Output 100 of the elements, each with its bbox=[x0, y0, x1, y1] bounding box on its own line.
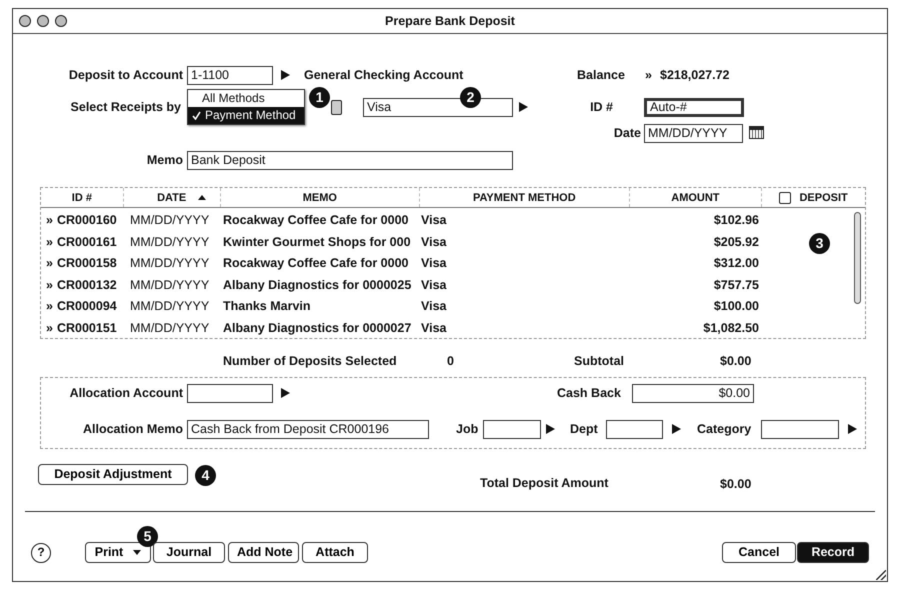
summary-label: Subtotal bbox=[574, 352, 624, 370]
column-header[interactable]: AMOUNT bbox=[630, 188, 762, 207]
arrow-icon[interactable] bbox=[546, 424, 555, 434]
table-cell-text: $312.00 bbox=[712, 255, 759, 272]
column-header[interactable]: MEMO bbox=[220, 188, 420, 207]
table-cell-text: CR000094 bbox=[56, 298, 117, 316]
table-cell-text: Visa bbox=[421, 234, 448, 251]
row-marker: » bbox=[46, 320, 53, 337]
checkbox[interactable] bbox=[779, 192, 792, 204]
table-cell-text: $1,082.50 bbox=[702, 320, 759, 337]
field-label: Job bbox=[456, 420, 478, 438]
input-field[interactable] bbox=[483, 420, 541, 438]
field-label: Select Receipts by bbox=[70, 98, 181, 116]
stepper-icon[interactable] bbox=[331, 100, 342, 115]
table-cell-text: Rocakway Coffee Cafe for 0000 bbox=[222, 255, 410, 272]
field-label: Allocation Account bbox=[68, 384, 183, 402]
table-cell-text: MM/DD/YYYY bbox=[129, 298, 210, 316]
table-cell-text: $102.96 bbox=[712, 212, 759, 230]
window-title: Prepare Bank Deposit bbox=[385, 12, 515, 30]
row-marker: » bbox=[46, 212, 53, 230]
table-cell-text: Visa bbox=[421, 276, 448, 294]
field-label: Memo bbox=[146, 152, 183, 169]
table-cell-text: MM/DD/YYYY bbox=[129, 234, 210, 251]
table-cell-text: Thanks Marvin bbox=[222, 298, 312, 316]
input-field[interactable] bbox=[606, 420, 663, 438]
menu-item[interactable]: All Methods bbox=[188, 90, 304, 107]
total-label: Total Deposit Amount bbox=[480, 475, 608, 492]
arrow-icon[interactable] bbox=[281, 388, 290, 398]
allocation-memo-field[interactable]: Cash Back from Deposit CR000196 bbox=[187, 420, 429, 438]
input-field[interactable] bbox=[761, 420, 839, 438]
callout-number: 5 bbox=[137, 526, 158, 547]
field-label: Category bbox=[697, 420, 752, 438]
footer-button[interactable]: Attach bbox=[302, 542, 368, 563]
summary-value: $0.00 bbox=[720, 352, 752, 370]
table-cell-text: Albany Diagnostics for 0000025 bbox=[222, 276, 412, 294]
zoom-icon[interactable] bbox=[55, 15, 67, 27]
table-cell-text: Visa bbox=[421, 255, 448, 272]
table-cell-text: MM/DD/YYYY bbox=[129, 255, 210, 272]
table-cell-text: Visa bbox=[421, 298, 448, 316]
table-cell-text: CR000160 bbox=[56, 212, 117, 230]
minimize-icon[interactable] bbox=[37, 15, 49, 27]
callout-number: 4 bbox=[195, 465, 216, 486]
field-label: Balance bbox=[577, 66, 625, 84]
table-cell-text: CR000161 bbox=[56, 234, 117, 251]
scrollbar[interactable] bbox=[854, 212, 861, 304]
field-label: Allocation Memo bbox=[82, 420, 183, 438]
callout-number: 2 bbox=[460, 87, 481, 108]
table-cell-text: Visa bbox=[421, 212, 448, 230]
row-marker: » bbox=[46, 234, 53, 251]
callout-number: 3 bbox=[809, 233, 830, 254]
table-cell-text: $100.00 bbox=[712, 298, 759, 316]
date-field[interactable]: MM/DD/YYYY bbox=[644, 124, 743, 142]
arrow-icon[interactable] bbox=[281, 70, 290, 80]
table-cell-text: Visa bbox=[421, 320, 448, 337]
row-marker: » bbox=[46, 298, 53, 316]
field-label: Dept bbox=[570, 420, 598, 438]
arrow-icon[interactable] bbox=[519, 102, 528, 112]
arrow-icon[interactable] bbox=[672, 424, 681, 434]
table-cell-text: MM/DD/YYYY bbox=[129, 212, 210, 230]
memo-field[interactable]: Bank Deposit bbox=[187, 150, 513, 170]
id-field[interactable]: Auto-# bbox=[644, 98, 744, 116]
allocation-account-field[interactable] bbox=[187, 384, 273, 402]
arrow-marker: » bbox=[645, 66, 652, 84]
help-button[interactable]: ? bbox=[31, 543, 51, 563]
cash-back-field[interactable]: $0.00 bbox=[632, 384, 754, 402]
table-cell-text: MM/DD/YYYY bbox=[129, 276, 210, 294]
table-cell-text: Rocakway Coffee Cafe for 0000 bbox=[222, 212, 410, 230]
deposit-adjustment-button[interactable]: Deposit Adjustment bbox=[38, 464, 188, 485]
table-cell-text: MM/DD/YYYY bbox=[129, 320, 210, 337]
column-header[interactable]: ID # bbox=[41, 188, 124, 207]
cancel-button[interactable]: Cancel bbox=[722, 542, 796, 563]
check-icon bbox=[192, 111, 201, 120]
calendar-icon[interactable] bbox=[749, 126, 764, 139]
close-icon[interactable] bbox=[19, 15, 31, 27]
footer-button[interactable]: Add Note bbox=[228, 542, 299, 563]
field-label: ID # bbox=[589, 98, 613, 116]
table-cell-text: Albany Diagnostics for 0000027 bbox=[222, 320, 412, 337]
column-header[interactable]: PAYMENT METHOD bbox=[420, 188, 630, 207]
table-cell-text: $757.75 bbox=[712, 276, 759, 294]
row-marker: » bbox=[46, 276, 53, 294]
record-button[interactable]: Record bbox=[797, 542, 869, 563]
footer-button[interactable]: Print bbox=[85, 542, 151, 563]
callout-number: 1 bbox=[309, 87, 330, 108]
table-cell-text: CR000132 bbox=[56, 276, 117, 294]
account-name: General Checking Account bbox=[304, 66, 464, 84]
column-header: DEPOSIT bbox=[799, 190, 848, 206]
account-field[interactable]: 1-1100 bbox=[187, 66, 273, 84]
column-header[interactable]: DATE bbox=[124, 188, 221, 207]
balance-value: $218,027.72 bbox=[660, 66, 730, 84]
field-label: Deposit to Account bbox=[68, 66, 183, 84]
summary-label: Number of Deposits Selected bbox=[223, 352, 397, 370]
menu-item[interactable]: Payment Method bbox=[188, 107, 304, 124]
table-cell-text: Kwinter Gourmet Shops for 000 bbox=[222, 234, 412, 251]
footer-button[interactable]: Journal bbox=[153, 542, 225, 563]
table-cell-text: $205.92 bbox=[712, 234, 759, 251]
field-label: Date bbox=[612, 124, 641, 142]
row-marker: » bbox=[46, 255, 53, 272]
arrow-icon[interactable] bbox=[848, 424, 857, 434]
field-label: Cash Back bbox=[557, 384, 621, 402]
sort-arrow-icon[interactable] bbox=[198, 195, 206, 200]
